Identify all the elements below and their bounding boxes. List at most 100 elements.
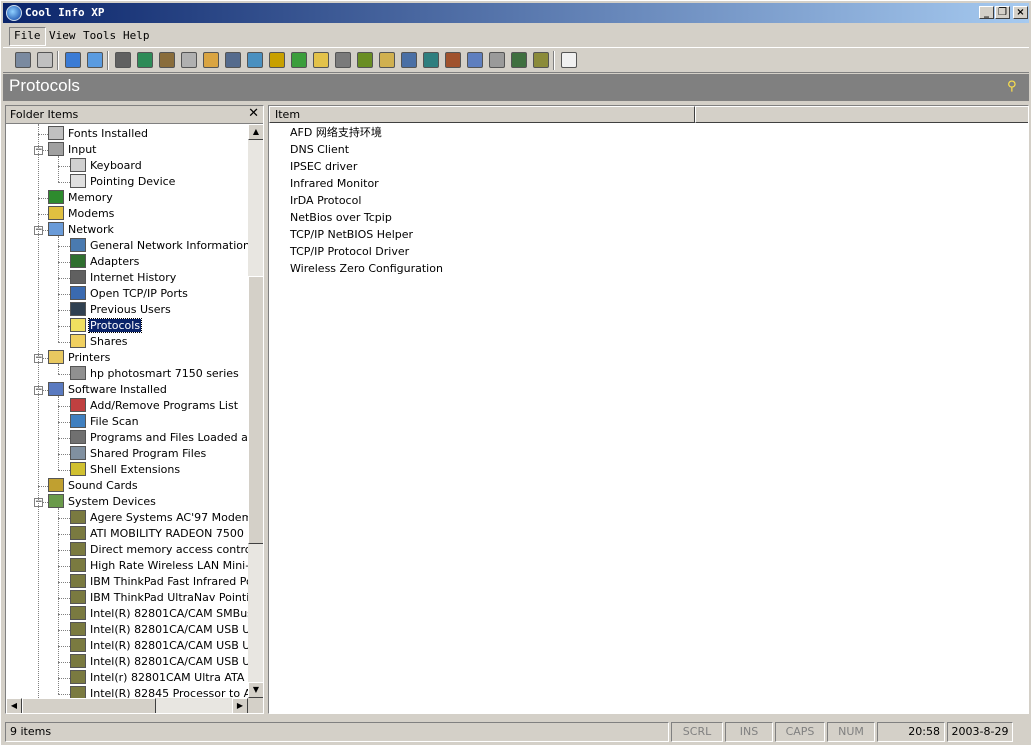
list-item[interactable]: DNS Client [290,141,349,158]
printer-icon[interactable] [15,52,31,68]
tree-item[interactable]: Sound Cards [48,478,139,494]
copy-icon[interactable] [37,52,53,68]
minimize-button[interactable]: _ [979,6,994,19]
shared-files-icon [70,446,86,460]
menu-view[interactable]: View [45,27,80,44]
tree-item[interactable]: ATI MOBILITY RADEON 7500 [70,526,245,542]
scroll-corner [248,698,263,713]
tree-item[interactable]: IBM ThinkPad UltraNav Pointing D [70,590,248,606]
close-button[interactable]: × [1013,6,1028,19]
list-item[interactable]: IPSEC driver [290,158,357,175]
tree-item[interactable]: Agere Systems AC'97 Modem #2 [70,510,248,526]
tree-item[interactable]: Intel(R) 82801CA/CAM USB Unive [70,622,248,638]
folder-icon[interactable] [313,52,329,68]
keyboard-icon[interactable] [181,52,197,68]
ports-icon[interactable] [467,52,483,68]
tree-item[interactable]: Keyboard [70,158,143,174]
h-scroll-thumb[interactable] [22,698,156,713]
restore-button[interactable]: ❐ [995,6,1010,19]
tree-item[interactable]: Modems [48,206,115,222]
tree-item[interactable]: Protocols [70,318,143,334]
tree-connector [58,614,70,615]
tree-item-label: High Rate Wireless LAN Mini-PCI A [90,559,248,572]
tree-item[interactable]: Shares [70,334,128,350]
tree-item[interactable]: IBM ThinkPad Fast Infrared Port [70,574,248,590]
users-icon[interactable] [445,52,461,68]
menu-tools[interactable]: Tools [79,27,120,44]
scroll-right-button[interactable]: ▶ [232,698,248,713]
tree-item[interactable]: Intel(r) 82801CAM Ultra ATA Stor [70,670,248,686]
tree-item[interactable]: Input [48,142,97,158]
tree-item[interactable]: Open TCP/IP Ports [70,286,189,302]
tree-item[interactable]: General Network Information [70,238,248,254]
tree-item[interactable]: Shell Extensions [70,462,181,478]
tree-item[interactable]: Intel(R) 82845 Processor to AGP [70,686,248,698]
tree-item-label: Modems [68,207,115,220]
find-icon[interactable] [87,52,103,68]
tree-item[interactable]: Direct memory access controller [70,542,248,558]
display-icon[interactable] [159,52,175,68]
history-icon [70,270,86,284]
tree-item[interactable]: System Devices [48,494,157,510]
computer-icon[interactable] [115,52,131,68]
close-pane-icon[interactable]: ✕ [248,106,259,121]
scroll-down-button[interactable]: ▼ [248,682,263,698]
scroll-thumb[interactable] [248,276,263,544]
refresh-icon[interactable] [65,52,81,68]
device-icon[interactable] [511,52,527,68]
title-bar[interactable]: Cool Info XP _ ❐ × [3,3,1029,23]
tree-item[interactable]: Adapters [70,254,140,270]
list-item[interactable]: NetBios over Tcpip [290,209,392,226]
mouse-icon[interactable] [203,52,219,68]
column-header-item[interactable]: Item [269,106,695,123]
printer-settings-icon[interactable] [335,52,351,68]
list-item[interactable]: TCP/IP Protocol Driver [290,243,409,260]
page-header: Protocols ⚲ [3,74,1029,101]
tree-item[interactable]: Memory [48,190,114,206]
tree-item[interactable]: High Rate Wireless LAN Mini-PCI A [70,558,248,574]
tree-item[interactable]: Internet History [70,270,177,286]
tree-item[interactable]: Shared Program Files [70,446,207,462]
monitor-icon[interactable] [137,52,153,68]
list-item[interactable]: AFD 网络支持环境 [290,124,382,141]
column-header-blank[interactable] [695,106,1028,123]
list-item[interactable]: IrDA Protocol [290,192,361,209]
shell-icon[interactable] [533,52,549,68]
scroll-up-button[interactable]: ▲ [248,124,263,140]
scroll-left-button[interactable]: ◀ [6,698,22,713]
tree-item[interactable]: Software Installed [48,382,168,398]
tree-item-label: hp photosmart 7150 series [90,367,239,380]
memory-icon[interactable] [291,52,307,68]
video-icon[interactable] [401,52,417,68]
tree-item[interactable]: hp photosmart 7150 series [70,366,240,382]
tree-vertical-scrollbar[interactable]: ▲ ▼ [248,124,263,698]
list-item[interactable]: TCP/IP NetBIOS Helper [290,226,413,243]
tree-item[interactable]: Fonts Installed [48,126,149,142]
tree-item[interactable]: Intel(R) 82801CA/CAM USB Unive [70,638,248,654]
app-window: Cool Info XP _ ❐ × File View Tools Help … [0,0,1032,746]
tree-item[interactable]: Add/Remove Programs List [70,398,239,414]
adapter-icon[interactable] [423,52,439,68]
sound-icon[interactable] [489,52,505,68]
tree-item[interactable]: Intel(R) 82801CA/CAM SMBus Co [70,606,248,622]
tree-horizontal-scrollbar[interactable]: ◀ ▶ [6,698,248,713]
drive-icon[interactable] [225,52,241,68]
device-icon [70,526,86,540]
tree-item[interactable]: Programs and Files Loaded at Sta [70,430,248,446]
modem-icon[interactable] [269,52,285,68]
tree-item[interactable]: Previous Users [70,302,172,318]
menu-help[interactable]: Help [119,27,154,44]
network-icon[interactable] [247,52,263,68]
app-icon[interactable] [6,5,22,21]
tree-item[interactable]: Pointing Device [70,174,176,190]
list-item[interactable]: Wireless Zero Configuration [290,260,443,277]
list-item[interactable]: Infrared Monitor [290,175,379,192]
help-icon[interactable] [561,52,577,68]
menu-file[interactable]: File [9,27,46,46]
tree-connector [58,374,70,375]
board-icon[interactable] [357,52,373,68]
tree-item[interactable]: File Scan [70,414,140,430]
tree-item[interactable]: Intel(R) 82801CA/CAM USB Unive [70,654,248,670]
cpu-icon[interactable] [379,52,395,68]
tree-connector [58,326,70,327]
